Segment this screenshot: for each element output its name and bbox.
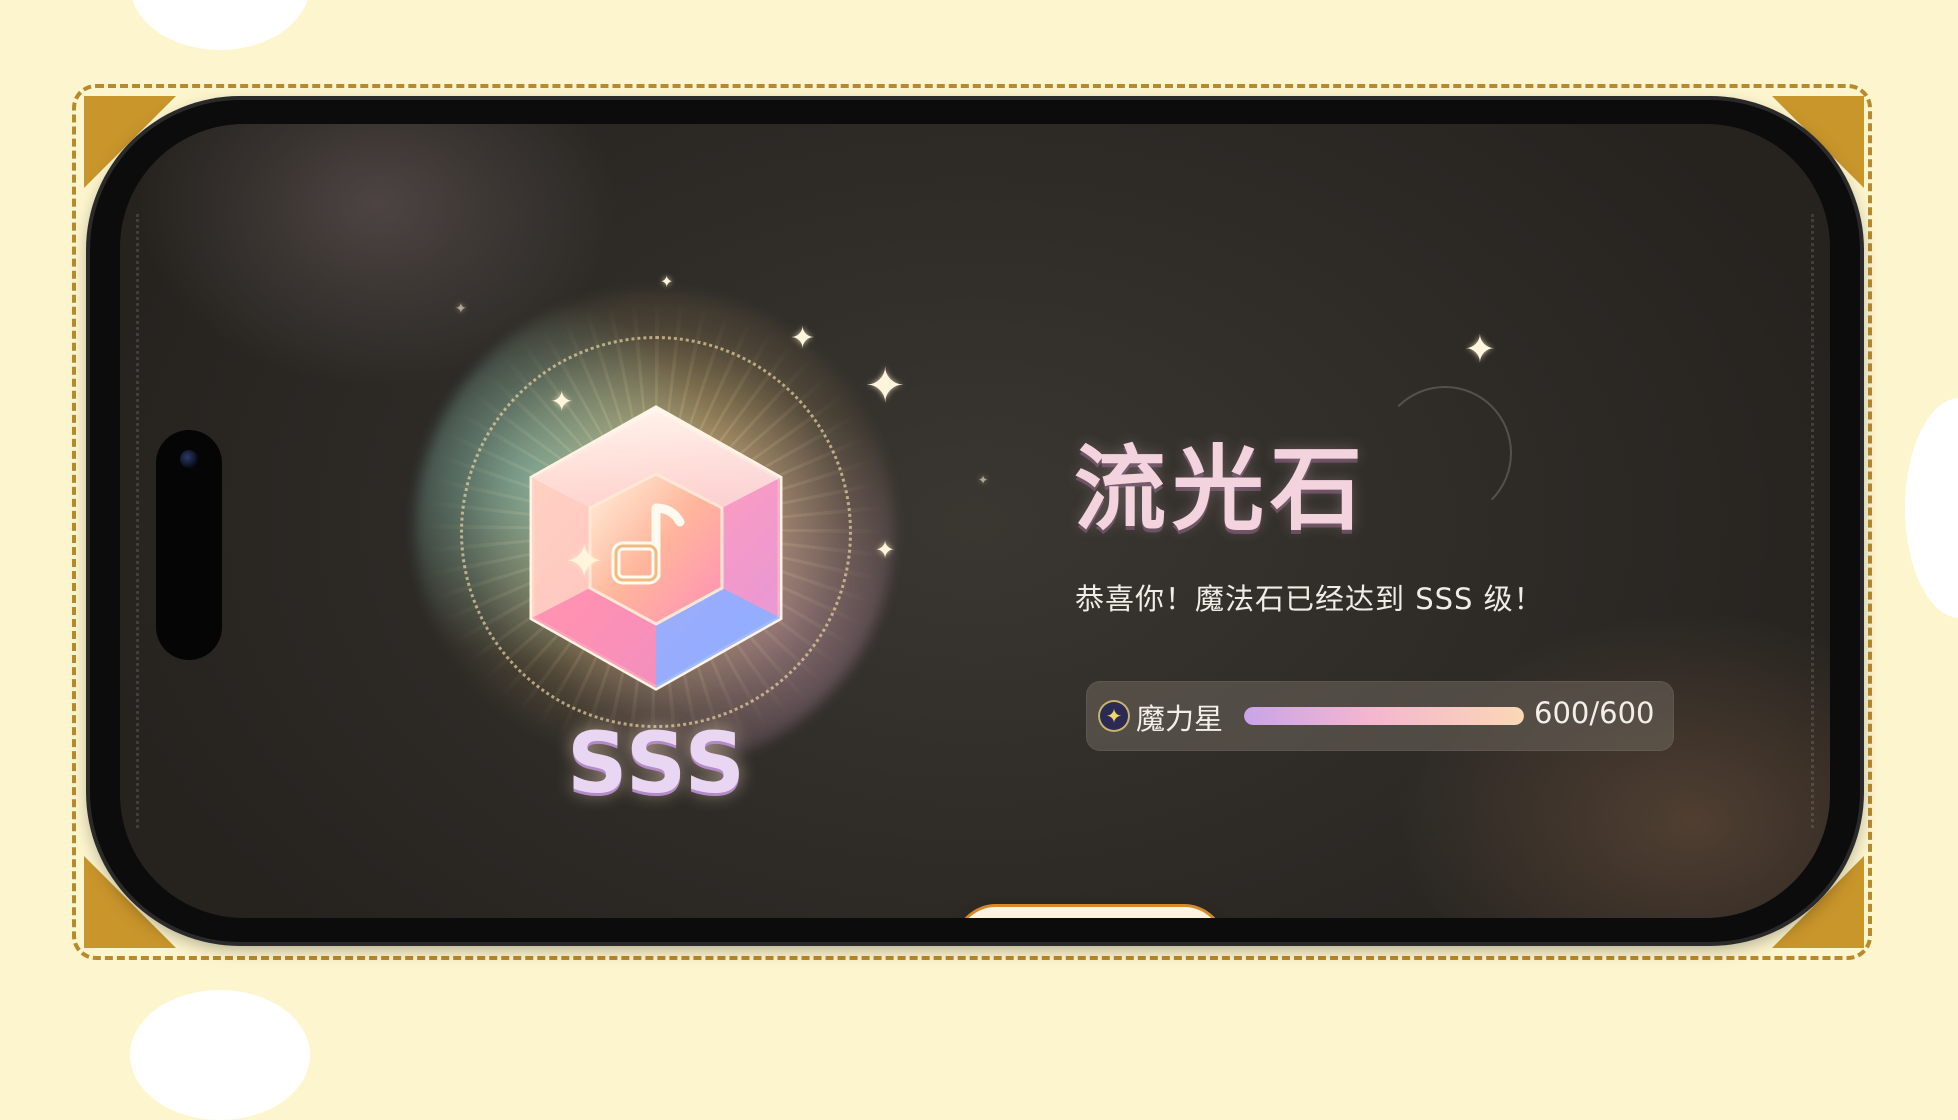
camera-icon — [180, 450, 198, 468]
music-gem-icon — [529, 405, 783, 691]
sparkle-icon: ✦ — [978, 473, 989, 487]
continue-button[interactable]: 继续 — [954, 904, 1226, 918]
ticket-notch-top — [130, 0, 310, 50]
sparkle-icon: ✦ — [875, 536, 896, 564]
sparkle-icon: ✦ — [1464, 327, 1496, 371]
phone-frame: SSS ✦ ✦ ✦ ✦ ✦ ✦ ✦ ✦ ✦ 流光石 恭喜你！魔法石已经达到 SS… — [90, 100, 1860, 942]
sparkle-icon: ✦ — [455, 301, 467, 317]
congrats-message: 恭喜你！魔法石已经达到 SSS 级！ — [1075, 582, 1544, 616]
mana-progress-fill — [1244, 707, 1524, 725]
mana-value: 600/600 — [1534, 696, 1655, 730]
sparkle-icon: ✦ — [565, 534, 604, 588]
screen-edge-dots-right — [1811, 214, 1814, 828]
mana-progress-panel: ✦ 魔力星 600/600 — [1086, 681, 1674, 751]
ticket-notch-right — [1905, 398, 1958, 618]
game-screen: SSS ✦ ✦ ✦ ✦ ✦ ✦ ✦ ✦ ✦ 流光石 恭喜你！魔法石已经达到 SS… — [120, 124, 1830, 918]
stone-name: 流光石 — [1074, 436, 1369, 543]
screen-edge-dots-left — [136, 214, 139, 828]
title-decor-arc — [1378, 386, 1512, 520]
mana-progress-track — [1244, 707, 1524, 725]
dynamic-island — [156, 430, 222, 660]
sparkle-icon: ✦ — [790, 321, 816, 356]
sparkle-star-icon: ✦ — [1098, 700, 1130, 732]
grade-label: SSS — [567, 714, 747, 812]
mana-label: 魔力星 — [1136, 702, 1224, 736]
sparkle-icon: ✦ — [865, 358, 906, 414]
ticket-notch-bottom — [130, 990, 310, 1120]
sparkle-icon: ✦ — [660, 272, 674, 291]
sparkle-icon: ✦ — [550, 385, 574, 418]
